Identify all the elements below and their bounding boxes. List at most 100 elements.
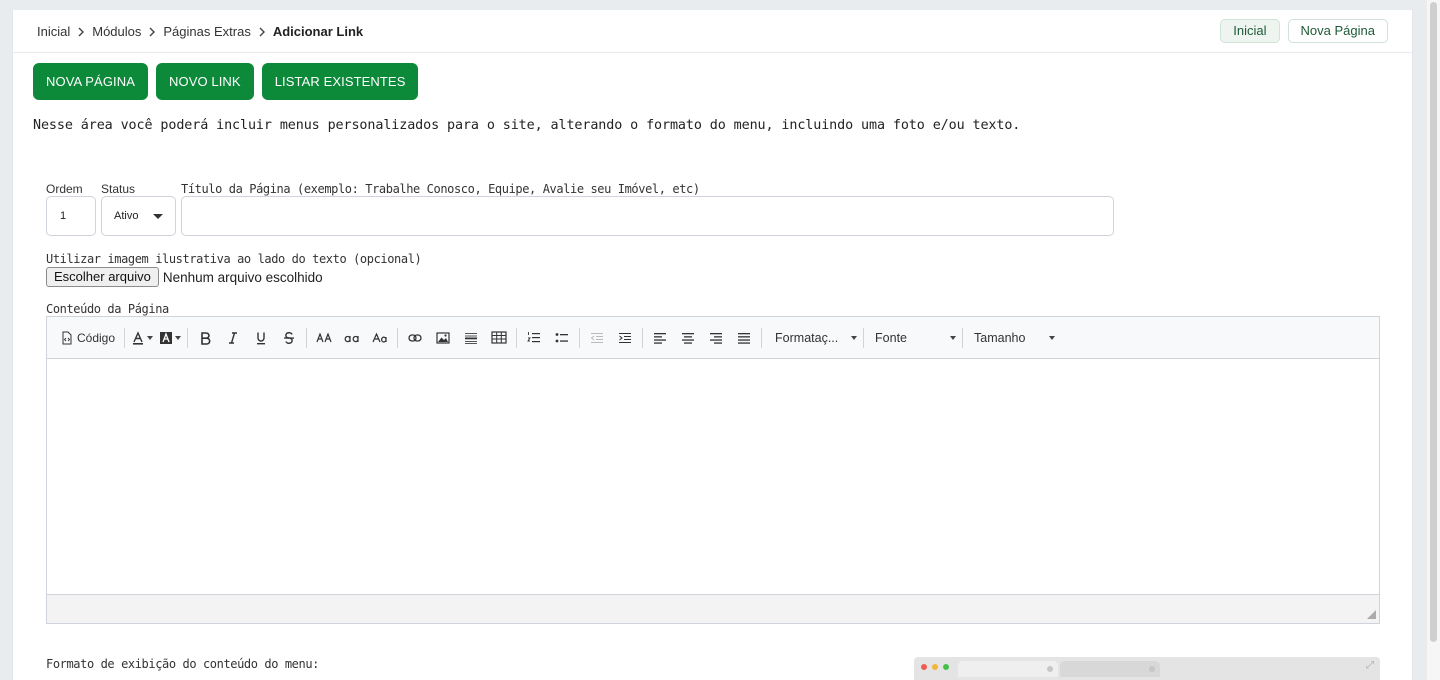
format-dropdown[interactable]: Formataç... xyxy=(765,325,860,351)
tab-close-icon xyxy=(1047,666,1053,672)
align-center-icon xyxy=(682,332,695,344)
intro-text: Nesse área você poderá incluir menus per… xyxy=(33,118,1021,133)
italic-icon xyxy=(229,331,238,344)
scrollbar[interactable] xyxy=(1426,0,1440,680)
align-center-button[interactable] xyxy=(674,325,702,351)
strikethrough-icon xyxy=(284,331,295,344)
new-link-button[interactable]: NOVO LINK xyxy=(156,63,254,100)
scrollbar-thumb[interactable] xyxy=(1430,2,1437,642)
chevron-right-icon xyxy=(141,24,163,39)
code-label: Código xyxy=(77,330,116,345)
align-right-button[interactable] xyxy=(702,325,730,351)
font-dropdown[interactable]: Fonte xyxy=(867,325,959,351)
maximize-dot-icon xyxy=(943,664,949,670)
home-button[interactable]: Inicial xyxy=(1220,19,1280,43)
font-label: Fonte xyxy=(875,330,907,345)
image-button[interactable] xyxy=(429,325,457,351)
link-button[interactable] xyxy=(401,325,429,351)
ordered-list-button[interactable] xyxy=(520,325,548,351)
text-color-button[interactable] xyxy=(128,325,156,351)
indent-button[interactable] xyxy=(611,325,639,351)
file-upload: Escolher arquivo Nenhum arquivo escolhid… xyxy=(46,267,323,287)
strikethrough-button[interactable] xyxy=(275,325,303,351)
status-label: Status xyxy=(101,182,136,196)
toolbar-divider xyxy=(962,327,964,348)
tab-close-icon xyxy=(1149,666,1155,672)
breadcrumb-extra-pages[interactable]: Páginas Extras xyxy=(163,24,250,39)
order-value: 1 xyxy=(60,210,67,222)
toolbar-divider xyxy=(306,327,308,348)
underline-button[interactable] xyxy=(247,325,275,351)
align-left-button[interactable] xyxy=(646,325,674,351)
close-dot-icon xyxy=(921,664,927,670)
ordered-list-icon xyxy=(527,332,541,343)
indent-icon xyxy=(619,332,632,343)
image-label: Utilizar imagem ilustrativa ao lado do t… xyxy=(46,252,422,266)
toolbar-divider xyxy=(863,327,865,348)
chevron-right-icon xyxy=(251,24,273,39)
resize-handle-icon[interactable] xyxy=(1367,610,1376,619)
bold-button[interactable] xyxy=(191,325,219,351)
toolbar-divider xyxy=(516,327,518,348)
editor-toolbar: Código Formataç... Fonte Tamanho xyxy=(47,317,1379,359)
status-select[interactable]: Ativo xyxy=(101,196,176,236)
choose-file-button[interactable]: Escolher arquivo xyxy=(46,267,159,287)
format-label: Formataç... xyxy=(775,330,839,345)
order-input[interactable]: 1 xyxy=(46,196,96,236)
italic-button[interactable] xyxy=(219,325,247,351)
preview-tab xyxy=(958,661,1058,677)
status-value: Ativo xyxy=(114,210,139,222)
expand-icon: ⤢ xyxy=(1366,660,1374,671)
new-page-button[interactable]: NOVA PÁGINA xyxy=(33,63,148,100)
file-status: Nenhum arquivo escolhido xyxy=(162,269,323,285)
page-title-input[interactable] xyxy=(181,196,1114,236)
size-label: Tamanho xyxy=(974,330,1026,345)
toolbar-divider xyxy=(124,327,126,348)
code-view-button[interactable]: Código xyxy=(59,325,121,351)
unordered-list-icon xyxy=(555,332,569,342)
new-page-top-button[interactable]: Nova Página xyxy=(1287,19,1388,43)
capitalize-icon xyxy=(372,332,387,343)
highlight-color-icon xyxy=(160,331,173,344)
table-button[interactable] xyxy=(485,325,513,351)
lowercase-button[interactable] xyxy=(338,325,366,351)
lowercase-icon xyxy=(344,335,359,342)
chevron-right-icon xyxy=(70,24,92,39)
justify-button[interactable] xyxy=(730,325,758,351)
align-right-icon xyxy=(710,332,723,344)
toolbar-divider xyxy=(579,327,581,348)
editor-content-area[interactable] xyxy=(47,359,1379,595)
breadcrumb-home[interactable]: Inicial xyxy=(37,24,70,39)
title-label: Título da Página (exemplo: Trabalhe Cono… xyxy=(181,182,700,196)
background-color-button[interactable] xyxy=(156,325,184,351)
breadcrumb-current: Adicionar Link xyxy=(272,24,364,39)
capitalize-button[interactable] xyxy=(366,325,394,351)
image-icon xyxy=(436,331,450,344)
horizontal-rule-button[interactable] xyxy=(457,325,485,351)
link-icon xyxy=(408,333,422,342)
align-left-icon xyxy=(654,332,667,344)
horizontal-rule-icon xyxy=(465,332,478,344)
breadcrumb-modules[interactable]: Módulos xyxy=(92,24,141,39)
top-bar: Inicial Módulos Páginas Extras Adicionar… xyxy=(13,10,1412,53)
chevron-down-icon xyxy=(1049,335,1056,340)
browser-preview: ⤢ xyxy=(914,657,1380,680)
action-buttons: NOVA PÁGINA NOVO LINK LISTAR EXISTENTES xyxy=(33,63,419,100)
content-label: Conteúdo da Página xyxy=(46,302,169,316)
top-actions: Inicial Nova Página xyxy=(1220,19,1388,43)
list-existing-button[interactable]: LISTAR EXISTENTES xyxy=(261,63,419,100)
toolbar-divider xyxy=(187,327,189,348)
size-dropdown[interactable]: Tamanho xyxy=(966,325,1058,351)
table-icon xyxy=(491,331,507,344)
toolbar-divider xyxy=(761,327,763,348)
order-label: Ordem xyxy=(46,182,83,196)
editor-statusbar xyxy=(47,594,1379,623)
align-justify-icon xyxy=(738,332,751,344)
chevron-down-icon xyxy=(147,335,154,340)
code-icon xyxy=(62,331,72,344)
outdent-button[interactable] xyxy=(583,325,611,351)
outdent-icon xyxy=(590,332,604,343)
uppercase-button[interactable] xyxy=(310,325,338,351)
breadcrumb: Inicial Módulos Páginas Extras Adicionar… xyxy=(37,24,363,39)
unordered-list-button[interactable] xyxy=(548,325,576,351)
